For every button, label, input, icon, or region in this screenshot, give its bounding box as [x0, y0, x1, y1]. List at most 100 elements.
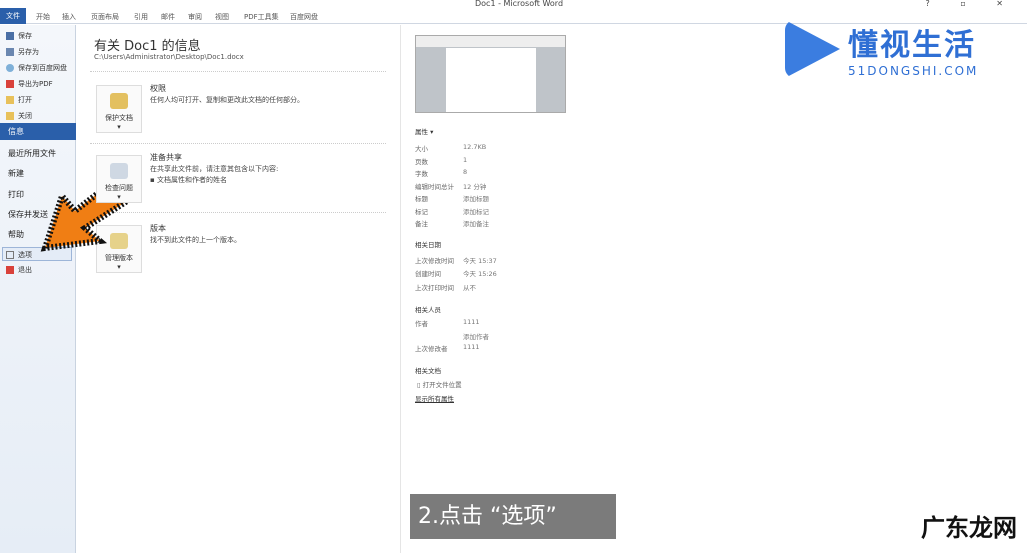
protect-document-button[interactable]: 保护文档 ▾: [96, 85, 142, 133]
sidebar-item-save-as[interactable]: 另存为: [6, 47, 39, 57]
docs-header: 相关文档: [415, 366, 441, 375]
label: 选项: [18, 251, 32, 259]
prop-value[interactable]: 添加标题: [463, 193, 489, 203]
sidebar-item-close[interactable]: 关闭: [6, 111, 32, 121]
prepare-share-section: 准备共享 在共享此文件前，请注意其包含以下内容: ▪ 文档属性和作者的姓名: [150, 153, 279, 184]
sidebar-item-print[interactable]: 打印: [8, 189, 24, 200]
label: 检查问题: [105, 184, 133, 192]
tab-baidu[interactable]: 百度网盘: [290, 12, 318, 22]
prop-key: 标题: [415, 195, 428, 203]
divider: [90, 71, 386, 72]
save-icon: [6, 32, 14, 40]
person-key: 作者: [415, 320, 428, 328]
watermark-name: 懂视生活: [848, 28, 976, 63]
file-path: C:\Users\Administrator\Desktop\Doc1.docx: [94, 53, 244, 61]
label: 打开: [18, 96, 32, 104]
sidebar-item-exit[interactable]: 退出: [6, 265, 32, 275]
date-key: 上次打印时间: [415, 283, 454, 292]
section-desc: 在共享此文件前，请注意其包含以下内容:: [150, 165, 279, 173]
sidebar-item-export-pdf[interactable]: 导出为PDF: [6, 79, 53, 89]
folder-open-icon: [6, 96, 14, 104]
prop-value: 8: [463, 168, 468, 176]
tab-home[interactable]: 开始: [36, 12, 50, 22]
label: 保存: [18, 32, 32, 40]
tab-review[interactable]: 审阅: [188, 12, 202, 22]
window-controls[interactable]: ? ▫ ✕: [926, 0, 1017, 8]
show-all-properties-link[interactable]: 显示所有属性: [415, 395, 454, 403]
sidebar-item-help[interactable]: 帮助: [8, 229, 24, 240]
prop-value: 12 分钟: [463, 182, 487, 191]
exit-icon: [6, 266, 14, 274]
section-title: 准备共享: [150, 153, 182, 162]
prop-key: 编辑时间总计: [415, 182, 454, 191]
prop-key: 页数: [415, 157, 428, 166]
play-logo-icon: [785, 20, 840, 78]
sidebar-item-recent[interactable]: 最近所用文件: [8, 148, 56, 159]
info-panel: 有关 Doc1 的信息 C:\Users\Administrator\Deskt…: [76, 25, 401, 553]
sidebar-item-new[interactable]: 新建: [8, 168, 24, 179]
open-file-location-link[interactable]: 打开文件位置: [423, 381, 462, 389]
tab-pdf[interactable]: PDF工具集: [244, 12, 279, 22]
date-key: 创建时间: [415, 270, 441, 278]
permissions-section: 权限 任何人均可打开、复制和更改此文档的任何部分。: [150, 83, 304, 106]
date-key: 上次修改时间: [415, 256, 454, 265]
date-value: 今天 15:26: [463, 270, 497, 278]
tab-mailings[interactable]: 邮件: [161, 12, 175, 22]
tab-view[interactable]: 视图: [215, 12, 229, 22]
save-as-icon: [6, 48, 14, 56]
title-bar: Doc1 - Microsoft Word ? ▫ ✕: [0, 0, 1027, 8]
options-icon: [6, 251, 14, 259]
tab-layout[interactable]: 页面布局: [91, 12, 119, 22]
backstage-sidebar: 保存 另存为 保存到百度网盘 导出为PDF 打开 关闭 信息 最近所用文件 新建…: [0, 25, 76, 553]
people-header: 相关人员: [415, 306, 441, 314]
prop-key: 大小: [415, 145, 428, 153]
properties-header[interactable]: 属性 ▾: [415, 128, 433, 136]
watermark-url: 51DONGSHI.COM: [848, 64, 979, 78]
prop-key: 备注: [415, 220, 428, 228]
tab-file[interactable]: 文件: [0, 8, 26, 24]
sidebar-item-save-baidu[interactable]: 保存到百度网盘: [6, 63, 67, 73]
corner-watermark: 广东龙网: [921, 514, 1017, 542]
label: 保护文档: [105, 114, 133, 122]
sidebar-item-save[interactable]: 保存: [6, 31, 32, 41]
tab-insert[interactable]: 插入: [62, 12, 76, 22]
folder-close-icon: [6, 112, 14, 120]
lock-key-icon: [110, 93, 128, 109]
person-value: 1111: [463, 318, 480, 326]
prop-key: 标记: [415, 207, 428, 216]
section-desc: 找不到此文件的上一个版本。: [150, 236, 241, 244]
person-value: 1111: [463, 343, 480, 351]
person-key: 上次修改者: [415, 345, 448, 353]
bullet: 文档属性和作者的姓名: [156, 176, 227, 184]
label: 导出为PDF: [18, 80, 53, 88]
prop-key: 字数: [415, 170, 428, 178]
label: 保存到百度网盘: [18, 64, 67, 72]
inspect-icon: [110, 163, 128, 179]
tab-references[interactable]: 引用: [134, 12, 148, 22]
section-title: 版本: [150, 224, 166, 233]
prop-value: 12.7KB: [463, 143, 487, 151]
options-label[interactable]: 选项: [6, 250, 32, 260]
prop-value: 1: [463, 155, 468, 164]
preview-toolbar: [416, 36, 565, 47]
window-title: Doc1 - Microsoft Word: [475, 0, 564, 8]
pdf-icon: [6, 80, 14, 88]
preview-page: [446, 48, 536, 112]
versions-section: 版本找不到此文件的上一个版本。: [150, 223, 241, 246]
watermark-logo: 懂视生活 51DONGSHI.COM: [785, 20, 978, 78]
sidebar-item-open[interactable]: 打开: [6, 95, 32, 105]
cloud-icon: [6, 64, 14, 72]
dates-header: 相关日期: [415, 240, 441, 249]
sidebar-item-info[interactable]: 信息: [0, 123, 76, 140]
date-value: 从不: [463, 283, 476, 292]
date-value: 今天 15:37: [463, 256, 497, 265]
document-preview[interactable]: [415, 35, 566, 113]
label: 另存为: [18, 48, 39, 56]
divider: [90, 143, 386, 144]
label: 退出: [18, 266, 32, 274]
person-value[interactable]: 添加作者: [463, 331, 489, 341]
check-issues-button[interactable]: 检查问题 ▾: [96, 155, 142, 203]
section-desc: 任何人均可打开、复制和更改此文档的任何部分。: [150, 96, 304, 104]
prop-value[interactable]: 添加备注: [463, 218, 489, 228]
prop-value[interactable]: 添加标记: [463, 206, 489, 216]
